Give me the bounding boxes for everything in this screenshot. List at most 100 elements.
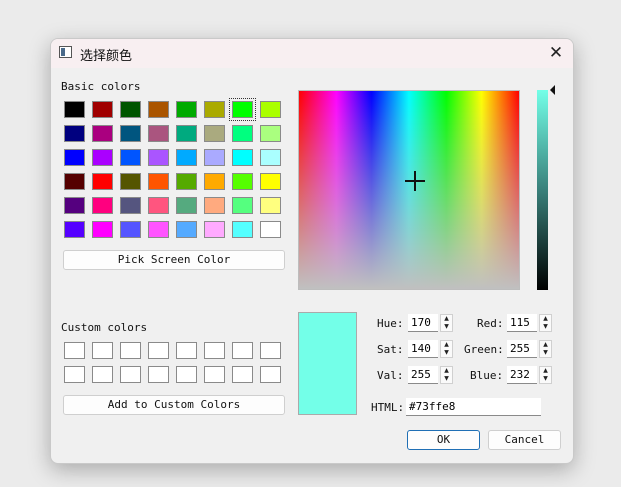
basic-color-swatch[interactable] (92, 149, 113, 166)
basic-color-swatch[interactable] (260, 221, 281, 238)
chevron-up-icon[interactable]: ▲ (540, 367, 551, 375)
basic-color-swatch[interactable] (176, 101, 197, 118)
basic-color-swatch[interactable] (120, 149, 141, 166)
basic-color-swatch[interactable] (260, 101, 281, 118)
custom-colors-label: Custom colors (61, 321, 148, 334)
basic-colors-label: Basic colors (61, 80, 141, 93)
basic-color-swatch[interactable] (148, 149, 169, 166)
sat-field[interactable]: 140 (408, 340, 438, 358)
basic-color-swatch[interactable] (204, 125, 225, 142)
basic-color-swatch[interactable] (260, 197, 281, 214)
basic-color-swatch[interactable] (120, 173, 141, 190)
color-spectrum[interactable] (298, 90, 520, 290)
green-spinbox[interactable]: ▲ ▼ (539, 340, 552, 358)
basic-color-swatch[interactable] (64, 173, 85, 190)
close-icon[interactable]: ✕ (544, 42, 568, 64)
basic-color-swatch[interactable] (260, 125, 281, 142)
chevron-up-icon[interactable]: ▲ (540, 341, 551, 349)
custom-color-slot[interactable] (64, 342, 85, 359)
basic-color-swatch[interactable] (92, 125, 113, 142)
chevron-down-icon[interactable]: ▼ (540, 375, 551, 383)
blue-field[interactable]: 232 (507, 366, 537, 384)
custom-color-slot[interactable] (204, 366, 225, 383)
basic-color-swatch[interactable] (176, 125, 197, 142)
custom-color-slot[interactable] (204, 342, 225, 359)
basic-color-swatch[interactable] (92, 101, 113, 118)
cancel-button[interactable]: Cancel (488, 430, 561, 450)
chevron-down-icon[interactable]: ▼ (540, 323, 551, 331)
basic-color-swatch[interactable] (92, 197, 113, 214)
sat-spinbox[interactable]: ▲ ▼ (440, 340, 453, 358)
chevron-up-icon[interactable]: ▲ (441, 367, 452, 375)
basic-color-swatch[interactable] (148, 197, 169, 214)
basic-color-swatch[interactable] (176, 197, 197, 214)
basic-color-swatch[interactable] (148, 173, 169, 190)
basic-color-swatch[interactable] (64, 221, 85, 238)
basic-color-swatch[interactable] (148, 221, 169, 238)
chevron-down-icon[interactable]: ▼ (441, 349, 452, 357)
blue-spinbox[interactable]: ▲ ▼ (539, 366, 552, 384)
basic-color-swatch[interactable] (64, 197, 85, 214)
basic-color-swatch[interactable] (260, 173, 281, 190)
basic-color-swatch[interactable] (64, 149, 85, 166)
basic-color-swatch[interactable] (92, 221, 113, 238)
basic-color-swatch[interactable] (232, 197, 253, 214)
basic-color-swatch[interactable] (204, 101, 225, 118)
basic-color-swatch[interactable] (232, 173, 253, 190)
luminance-marker-icon[interactable] (550, 85, 555, 95)
basic-color-swatch[interactable] (176, 149, 197, 166)
hue-spinbox[interactable]: ▲ ▼ (440, 314, 453, 332)
custom-color-slot[interactable] (92, 366, 113, 383)
chevron-up-icon[interactable]: ▲ (441, 341, 452, 349)
red-field[interactable]: 115 (507, 314, 537, 332)
basic-color-swatch[interactable] (64, 125, 85, 142)
val-spinbox[interactable]: ▲ ▼ (440, 366, 453, 384)
custom-color-slot[interactable] (260, 342, 281, 359)
basic-color-swatch[interactable] (120, 125, 141, 142)
basic-color-swatch[interactable] (120, 101, 141, 118)
basic-color-swatch[interactable] (232, 125, 253, 142)
ok-button[interactable]: OK (407, 430, 480, 450)
basic-color-swatch[interactable] (204, 221, 225, 238)
basic-color-swatch[interactable] (120, 197, 141, 214)
chevron-up-icon[interactable]: ▲ (441, 315, 452, 323)
hue-field[interactable]: 170 (408, 314, 438, 332)
custom-color-slot[interactable] (232, 342, 253, 359)
custom-color-slot[interactable] (120, 366, 141, 383)
custom-color-slot[interactable] (92, 342, 113, 359)
basic-color-swatch[interactable] (92, 173, 113, 190)
custom-color-slot[interactable] (176, 366, 197, 383)
pick-screen-color-button[interactable]: Pick Screen Color (63, 250, 285, 270)
basic-color-swatch[interactable] (148, 101, 169, 118)
basic-color-swatch[interactable] (229, 98, 256, 121)
basic-color-swatch[interactable] (204, 173, 225, 190)
basic-color-swatch[interactable] (176, 173, 197, 190)
custom-color-slot[interactable] (260, 366, 281, 383)
custom-color-slot[interactable] (148, 342, 169, 359)
custom-color-slot[interactable] (148, 366, 169, 383)
html-field[interactable]: #73ffe8 (406, 398, 541, 416)
luminance-slider[interactable] (537, 90, 548, 290)
custom-color-slot[interactable] (64, 366, 85, 383)
green-field[interactable]: 255 (507, 340, 537, 358)
chevron-down-icon[interactable]: ▼ (441, 375, 452, 383)
custom-color-slot[interactable] (232, 366, 253, 383)
custom-color-slot[interactable] (176, 342, 197, 359)
basic-color-swatch[interactable] (204, 149, 225, 166)
add-to-custom-colors-button[interactable]: Add to Custom Colors (63, 395, 285, 415)
chevron-down-icon[interactable]: ▼ (441, 323, 452, 331)
chevron-up-icon[interactable]: ▲ (540, 315, 551, 323)
red-spinbox[interactable]: ▲ ▼ (539, 314, 552, 332)
basic-color-swatch[interactable] (148, 125, 169, 142)
basic-color-swatch[interactable] (120, 221, 141, 238)
basic-color-swatch[interactable] (232, 149, 253, 166)
basic-color-swatch[interactable] (260, 149, 281, 166)
basic-color-swatch[interactable] (176, 221, 197, 238)
basic-color-swatch[interactable] (64, 101, 85, 118)
basic-color-swatch[interactable] (204, 197, 225, 214)
html-label: HTML: (371, 401, 405, 414)
val-field[interactable]: 255 (408, 366, 438, 384)
chevron-down-icon[interactable]: ▼ (540, 349, 551, 357)
basic-color-swatch[interactable] (232, 221, 253, 238)
custom-color-slot[interactable] (120, 342, 141, 359)
